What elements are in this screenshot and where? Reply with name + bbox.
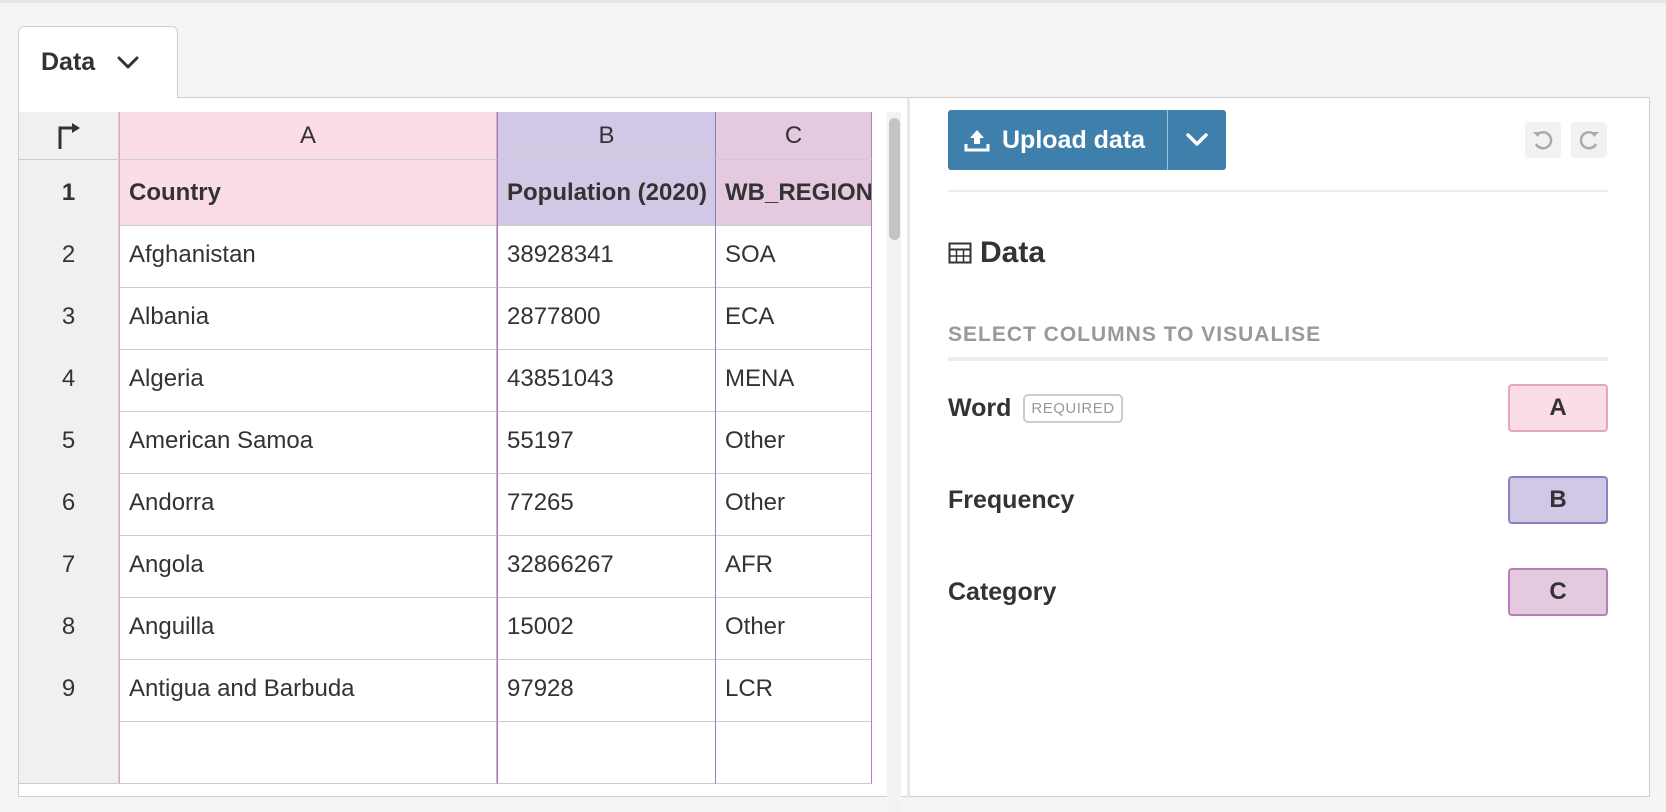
top-border bbox=[0, 0, 1666, 3]
upload-options-dropdown[interactable] bbox=[1168, 110, 1226, 170]
row-index[interactable]: 7 bbox=[19, 532, 119, 598]
table-cell[interactable]: AFR bbox=[716, 532, 872, 598]
table-cell[interactable]: 32866267 bbox=[497, 532, 716, 598]
select-columns-heading: SELECT COLUMNS TO VISUALISE bbox=[948, 323, 1322, 346]
column-selector-word[interactable]: A bbox=[1508, 384, 1608, 432]
toolbar-divider bbox=[948, 190, 1608, 192]
table-row: 4 Algeria 43851043 MENA bbox=[19, 346, 872, 412]
column-header-row: A B C bbox=[19, 112, 872, 160]
required-badge: REQUIRED bbox=[1023, 393, 1123, 423]
row-index[interactable]: 6 bbox=[19, 470, 119, 536]
table-icon bbox=[948, 242, 972, 264]
table-cell[interactable]: Other bbox=[716, 470, 872, 536]
row-index[interactable]: 8 bbox=[19, 594, 119, 660]
table-cell[interactable]: 43851043 bbox=[497, 346, 716, 412]
row-index[interactable]: 2 bbox=[19, 222, 119, 288]
table-cell[interactable] bbox=[497, 718, 716, 784]
table-row: 3 Albania 2877800 ECA bbox=[19, 284, 872, 350]
upload-data-button-group: Upload data bbox=[948, 110, 1226, 170]
column-selector-category[interactable]: C bbox=[1508, 568, 1608, 616]
table-row: 5 American Samoa 55197 Other bbox=[19, 408, 872, 474]
undo-icon bbox=[1533, 130, 1553, 150]
upload-icon bbox=[964, 130, 990, 152]
table-cell[interactable]: Population (2020) bbox=[497, 160, 716, 226]
row-index[interactable]: 5 bbox=[19, 408, 119, 474]
table-cell[interactable]: Other bbox=[716, 594, 872, 660]
table-cell[interactable]: 97928 bbox=[497, 656, 716, 722]
table-row: 1 Country Population (2020) WB_REGION bbox=[19, 160, 872, 226]
field-category: Category C bbox=[948, 567, 1608, 617]
table-cell[interactable]: Algeria bbox=[119, 346, 497, 412]
column-header-a[interactable]: A bbox=[119, 112, 497, 160]
table-cell[interactable]: American Samoa bbox=[119, 408, 497, 474]
table-cell[interactable]: Other bbox=[716, 408, 872, 474]
table-cell[interactable]: Albania bbox=[119, 284, 497, 350]
row-index[interactable] bbox=[19, 718, 119, 784]
redo-icon bbox=[1579, 130, 1599, 150]
table-cell[interactable]: Country bbox=[119, 160, 497, 226]
table-cell[interactable]: Antigua and Barbuda bbox=[119, 656, 497, 722]
column-header-b[interactable]: B bbox=[497, 112, 716, 160]
row-index[interactable]: 9 bbox=[19, 656, 119, 722]
corner-arrow-icon bbox=[58, 122, 80, 149]
column-header-c[interactable]: C bbox=[716, 112, 872, 160]
table-cell[interactable] bbox=[716, 718, 872, 784]
table-cell[interactable]: 77265 bbox=[497, 470, 716, 536]
tab-data[interactable]: Data bbox=[18, 26, 178, 98]
field-frequency-label: Frequency bbox=[948, 485, 1075, 514]
section-divider bbox=[948, 357, 1608, 361]
select-all-corner[interactable] bbox=[19, 112, 119, 160]
table-cell[interactable]: Andorra bbox=[119, 470, 497, 536]
data-panel: A B C 1 Country Population (2020) WB_REG… bbox=[18, 97, 1650, 812]
field-category-label: Category bbox=[948, 577, 1057, 606]
table-row: 8 Anguilla 15002 Other bbox=[19, 594, 872, 660]
table-cell[interactable]: 38928341 bbox=[497, 222, 716, 288]
table-cell[interactable]: ECA bbox=[716, 284, 872, 350]
table-row: 2 Afghanistan 38928341 SOA bbox=[19, 222, 872, 288]
row-index[interactable]: 3 bbox=[19, 284, 119, 350]
chevron-down-icon bbox=[1186, 133, 1208, 146]
table-cell[interactable]: 2877800 bbox=[497, 284, 716, 350]
table-cell[interactable]: Anguilla bbox=[119, 594, 497, 660]
field-word: Word REQUIRED A bbox=[948, 383, 1608, 433]
tab-data-label: Data bbox=[41, 48, 96, 76]
row-index[interactable]: 4 bbox=[19, 346, 119, 412]
table-cell[interactable]: MENA bbox=[716, 346, 872, 412]
table-row: 6 Andorra 77265 Other bbox=[19, 470, 872, 536]
row-index[interactable]: 1 bbox=[19, 160, 119, 226]
table-cell[interactable] bbox=[119, 718, 497, 784]
table-cell[interactable]: LCR bbox=[716, 656, 872, 722]
table-cell[interactable]: Afghanistan bbox=[119, 222, 497, 288]
upload-data-label: Upload data bbox=[1002, 125, 1146, 154]
chevron-down-icon[interactable] bbox=[115, 50, 141, 76]
table-cell[interactable]: WB_REGION bbox=[716, 160, 872, 226]
table-row: 9 Antigua and Barbuda 97928 LCR bbox=[19, 656, 872, 722]
table-cell[interactable]: SOA bbox=[716, 222, 872, 288]
panel-divider[interactable] bbox=[907, 98, 910, 798]
redo-button[interactable] bbox=[1571, 122, 1607, 158]
table-row: 7 Angola 32866267 AFR bbox=[19, 532, 872, 598]
table-cell[interactable]: 15002 bbox=[497, 594, 716, 660]
table-cell[interactable]: Angola bbox=[119, 532, 497, 598]
table-cell[interactable]: 55197 bbox=[497, 408, 716, 474]
field-word-label: Word bbox=[948, 393, 1012, 422]
upload-data-button[interactable]: Upload data bbox=[948, 110, 1168, 170]
grid-scrollbar-thumb[interactable] bbox=[889, 118, 900, 240]
data-section-title-text: Data bbox=[980, 236, 1046, 269]
undo-button[interactable] bbox=[1525, 122, 1561, 158]
data-section-title: Data bbox=[948, 236, 1045, 270]
table-row bbox=[19, 718, 872, 784]
column-selector-frequency[interactable]: B bbox=[1508, 476, 1608, 524]
data-grid[interactable]: A B C 1 Country Population (2020) WB_REG… bbox=[19, 112, 881, 812]
field-frequency: Frequency B bbox=[948, 475, 1608, 525]
